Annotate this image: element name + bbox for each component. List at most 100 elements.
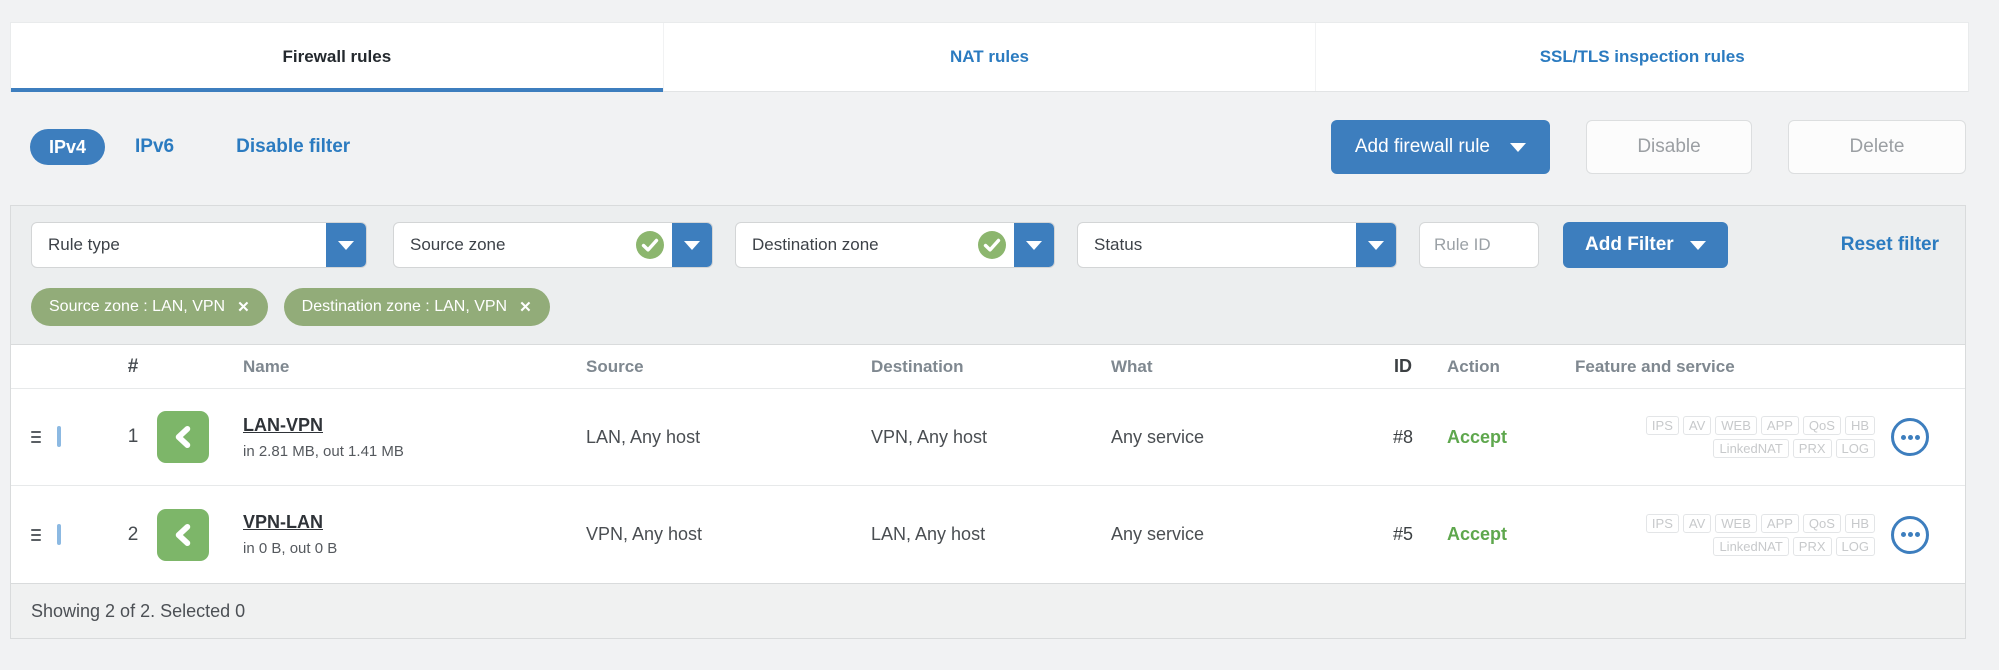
row-checkbox[interactable] [57,426,61,447]
source-zone-dropdown-button[interactable] [672,223,712,267]
badge-qos: QoS [1802,416,1841,435]
destination-zone-dropdown-button[interactable] [1014,223,1054,267]
check-circle-icon [978,231,1006,259]
chevron-down-icon [1026,240,1042,250]
disable-filter-link[interactable]: Disable filter [236,136,350,158]
table-row: 1 LAN-VPN in 2.81 MB, out 1.41 MB LAN, A… [11,389,1965,486]
close-icon[interactable]: ✕ [237,298,250,316]
add-filter-button[interactable]: Add Filter [1563,222,1728,268]
table-row: 2 VPN-LAN in 0 B, out 0 B VPN, Any host … [11,486,1965,583]
check-circle-icon [636,231,664,259]
filter-chip-destination-zone[interactable]: Destination zone : LAN, VPN ✕ [283,288,550,326]
header-id: ID [1394,356,1412,376]
chevron-down-icon [1368,240,1384,250]
drag-handle-icon[interactable] [31,431,41,443]
what-cell: Any service [1111,426,1205,447]
close-icon[interactable]: ✕ [519,298,532,316]
badge-av: AV [1682,416,1712,435]
what-cell: Any service [1111,524,1205,544]
table-header-row: # Name Source Destination What ID Action… [11,345,1965,389]
drag-handle-icon[interactable] [31,528,41,541]
rule-name-link[interactable]: VPN-LAN [243,512,323,532]
delete-button[interactable]: Delete [1788,120,1966,174]
header-feature-and-service: Feature and service [1575,356,1735,376]
source-cell: LAN, Any host [586,426,701,447]
badge-qos: QoS [1802,513,1841,533]
header-action: Action [1447,356,1500,376]
rule-traffic: in 2.81 MB, out 1.41 MB [243,442,404,460]
network-rule-icon [157,411,209,463]
filter-chip-label: Source zone : LAN, VPN [49,298,226,315]
rule-type-select[interactable]: Rule type [31,222,367,268]
destination-zone-select-label: Destination zone [752,235,879,254]
destination-cell: LAN, Any host [871,524,986,544]
controls-row: IPv4 IPv6 Disable filter Add firewall ru… [30,118,1966,176]
add-firewall-rule-label: Add firewall rule [1354,136,1490,157]
tab-nat-rules[interactable]: NAT rules [664,23,1317,91]
reset-filter-link[interactable]: Reset filter [1841,234,1945,256]
badge-ips: IPS [1645,416,1679,435]
active-filter-chips: Source zone : LAN, VPN ✕ Destination zon… [11,268,1965,344]
badge-hb: HB [1844,416,1875,435]
badge-web: WEB [1715,513,1757,533]
status-select[interactable]: Status [1077,222,1397,268]
row-checkbox[interactable] [57,523,61,545]
badge-app: APP [1760,416,1799,435]
chevron-down-icon [1689,240,1706,250]
rule-name-cell: LAN-VPN in 2.81 MB, out 1.41 MB [243,415,586,460]
disable-button[interactable]: Disable [1586,120,1752,174]
source-zone-select[interactable]: Source zone [393,222,713,268]
badge-prx: PRX [1792,536,1832,556]
badge-log: LOG [1835,439,1875,458]
tab-bar: Firewall rules NAT rules SSL/TLS inspect… [10,22,1969,92]
badge-ips: IPS [1645,513,1679,533]
action-cell: Accept [1447,524,1508,544]
row-number: 1 [127,426,139,447]
header-name: Name [243,356,290,376]
destination-zone-select[interactable]: Destination zone [735,222,1055,268]
feature-badges: IPS AV WEB APP QoS HB LinkedNAT PRX LOG [1575,416,1875,458]
source-zone-select-label: Source zone [410,235,506,254]
tab-ssl-tls-inspection-rules[interactable]: SSL/TLS inspection rules [1316,23,1968,91]
network-rule-icon [157,508,209,561]
table-footer: Showing 2 of 2. Selected 0 [11,583,1965,638]
destination-cell: VPN, Any host [871,426,988,447]
header-destination: Destination [871,356,964,376]
rule-traffic: in 0 B, out 0 B [243,540,338,557]
ipv4-toggle[interactable]: IPv4 [30,129,106,165]
rule-name-link[interactable]: LAN-VPN [243,415,323,435]
badge-linkednat: LinkedNAT [1713,439,1789,458]
header-num: # [127,355,139,377]
rule-id-cell: #8 [1392,426,1414,447]
add-filter-label: Add Filter [1585,234,1674,255]
status-dropdown-button[interactable] [1356,223,1396,267]
badge-av: AV [1682,513,1712,533]
filter-and-table-panel: Rule type Source zone Destination zone S… [10,205,1966,639]
action-cell: Accept [1447,426,1508,447]
rule-id-input[interactable] [1419,222,1539,268]
action-buttons: Add firewall rule Disable Delete [1330,120,1966,174]
row-menu-button[interactable] [1891,418,1929,456]
filter-chip-label: Destination zone : LAN, VPN [301,298,508,315]
showing-summary: Showing 2 of 2. Selected 0 [31,600,246,621]
source-cell: VPN, Any host [586,524,703,544]
badge-log: LOG [1835,536,1875,556]
badge-app: APP [1760,513,1799,533]
row-menu-button[interactable] [1891,515,1929,554]
ipv6-toggle[interactable]: IPv6 [135,136,174,158]
chevron-down-icon [1510,142,1526,152]
filter-chip-source-zone[interactable]: Source zone : LAN, VPN ✕ [31,288,268,326]
feature-badges: IPS AV WEB APP QoS HB LinkedNAT PRX LOG [1575,513,1875,556]
add-firewall-rule-button[interactable]: Add firewall rule [1330,120,1550,174]
badge-hb: HB [1844,513,1875,533]
rule-name-cell: VPN-LAN in 0 B, out 0 B [243,512,586,557]
rule-type-select-label: Rule type [48,235,120,254]
badge-prx: PRX [1792,439,1832,458]
firewall-rules-table: # Name Source Destination What ID Action… [11,344,1965,583]
header-source: Source [586,356,644,376]
rule-type-dropdown-button[interactable] [326,223,366,267]
row-number: 2 [127,523,139,545]
chevron-down-icon [684,240,700,250]
tab-firewall-rules[interactable]: Firewall rules [11,23,664,92]
firewall-rules-page: Firewall rules NAT rules SSL/TLS inspect… [0,0,1999,670]
